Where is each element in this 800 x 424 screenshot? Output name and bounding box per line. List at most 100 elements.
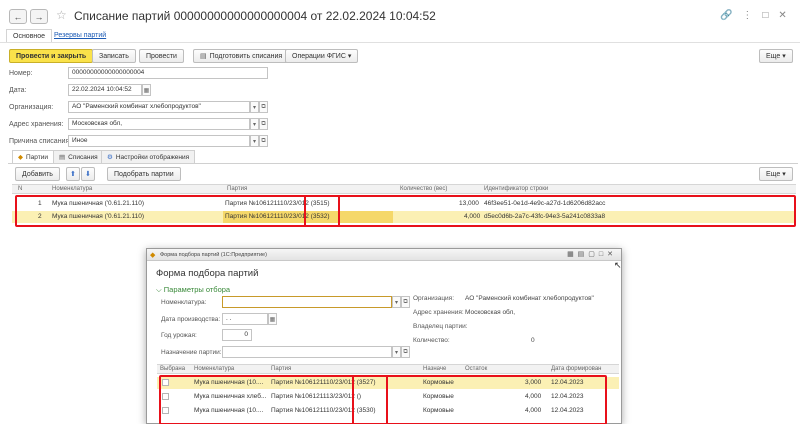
dlg-production-date-field[interactable]: . . xyxy=(222,313,268,325)
open-link-icon[interactable]: ⧉ xyxy=(259,135,268,147)
col-header-remaining: Остаток xyxy=(465,366,488,372)
dlg-nomenclature-field[interactable] xyxy=(222,296,392,308)
col-header-n: N xyxy=(18,186,23,192)
tab-main[interactable]: Основное xyxy=(6,29,53,43)
open-link-icon[interactable]: ⧉ xyxy=(259,101,268,113)
subtab-divider xyxy=(8,163,798,164)
close-icon[interactable]: ✕ xyxy=(778,10,786,21)
open-link-icon[interactable]: ⧉ xyxy=(259,118,268,130)
date-field[interactable]: 22.02.2024 10:04:52 xyxy=(68,84,142,96)
arrow-down-icon: ⬇ xyxy=(85,171,91,178)
mouse-cursor-icon: ↖ xyxy=(614,260,622,270)
favorite-star-icon[interactable]: ☆ xyxy=(56,8,67,22)
col-header-quantity: Количество (вес) xyxy=(400,186,448,192)
dropdown-icon[interactable]: ▾ xyxy=(250,135,259,147)
link-icon[interactable]: 🔗 xyxy=(720,10,732,21)
table-header: N Номенклатура Партия Количество (вес) И… xyxy=(12,184,796,194)
highlight-dialog-batch-number-box xyxy=(352,375,388,424)
writeoff-reason-label: Причина списания: xyxy=(9,138,72,145)
prepare-writeoffs-label: Подготовить списания xyxy=(209,52,283,60)
batch-selection-dialog: ◆ Форма подбора партий (1С:Предприятие) … xyxy=(146,248,622,424)
chevron-down-icon: ▾ xyxy=(782,53,786,60)
table-more-button[interactable]: Еще ▾ xyxy=(759,167,793,181)
open-link-icon[interactable]: ⧉ xyxy=(401,346,410,358)
fgis-operations-button[interactable]: Операции ФГИС ▾ xyxy=(285,49,359,63)
organization-field[interactable]: АО "Раменский комбинат хлебопродуктов" xyxy=(68,101,250,113)
subtab-writeoffs-label: Списания xyxy=(68,153,98,161)
storage-address-field[interactable]: Московская обл, xyxy=(68,118,250,130)
date-label: Дата: xyxy=(9,87,27,94)
dlg-harvest-year-label: Год урожая: xyxy=(161,332,197,339)
highlight-rows-box xyxy=(15,195,796,227)
subtab-display-settings[interactable]: ⚙ Настройки отображения xyxy=(101,150,196,163)
save-button[interactable]: Записать xyxy=(92,49,136,63)
dlg-quantity-label: Количество: xyxy=(413,337,450,344)
dialog-window-title: Форма подбора партий (1С:Предприятие) xyxy=(160,251,267,258)
subtab-writeoffs[interactable]: ▤ Списания xyxy=(53,150,104,163)
post-button[interactable]: Провести xyxy=(139,49,184,63)
subtab-batches-label: Партии xyxy=(26,153,48,161)
more-label: Еще xyxy=(766,52,781,60)
tab-batch-reserves[interactable]: Резервы партий xyxy=(54,32,106,39)
dlg-purpose-field[interactable] xyxy=(222,346,392,358)
dlg-address-value: Московская обл, xyxy=(465,309,516,316)
window-controls: 🔗 ⋮ □ ✕ xyxy=(712,10,787,21)
col-header-nomenclature: Номенклатура xyxy=(194,366,235,372)
calendar-icon[interactable]: ▦ xyxy=(268,313,277,325)
col-header-batch: Партия xyxy=(271,366,292,372)
more-button[interactable]: Еще ▾ xyxy=(759,49,793,63)
settings-icon: ⚙ xyxy=(107,154,113,161)
move-up-button[interactable]: ⬆ xyxy=(66,167,80,181)
post-and-close-button[interactable]: Провести и закрыть xyxy=(9,49,94,63)
dlg-table-header: Выбрана Номенклатура Партия Назначе Оста… xyxy=(157,364,619,374)
storage-address-label: Адрес хранения: xyxy=(9,121,64,128)
dropdown-icon[interactable]: ▾ xyxy=(392,346,401,358)
col-header-selected: Выбрана xyxy=(160,366,186,372)
prepare-writeoffs-button[interactable]: ▤ Подготовить списания xyxy=(193,49,290,63)
batches-icon: ◆ xyxy=(18,154,23,161)
writeoff-reason-field[interactable]: Иное xyxy=(68,135,250,147)
arrow-up-icon: ⬆ xyxy=(70,171,76,178)
filter-group-toggle[interactable]: ⌵ Параметры отбора xyxy=(156,285,230,295)
subtab-display-label: Настройки отображения xyxy=(115,153,190,161)
subtab-batches[interactable]: ◆ Партии xyxy=(12,150,54,163)
open-link-icon[interactable]: ⧉ xyxy=(401,296,410,308)
forward-button[interactable]: → xyxy=(30,9,48,24)
dlg-nomenclature-label: Номенклатура: xyxy=(161,299,207,306)
dlg-org-label: Организация: xyxy=(413,295,455,302)
dropdown-icon[interactable]: ▾ xyxy=(250,118,259,130)
chevron-down-icon: ▾ xyxy=(782,171,786,178)
col-header-purpose: Назначе xyxy=(423,366,447,372)
app-logo-icon: ◆ xyxy=(150,252,156,259)
number-label: Номер: xyxy=(9,70,33,77)
table-more-label: Еще xyxy=(766,170,781,178)
dlg-production-date-label: Дата производства: xyxy=(161,316,221,323)
chevron-down-icon: ⌵ xyxy=(156,285,164,294)
dlg-quantity-value: 0 xyxy=(531,337,535,344)
dialog-heading: Форма подбора партий xyxy=(156,268,259,279)
dropdown-icon[interactable]: ▾ xyxy=(392,296,401,308)
dlg-owner-label: Владелец партии: xyxy=(413,323,468,330)
arrow-right-icon: → xyxy=(34,11,44,22)
col-header-batch: Партия xyxy=(227,186,248,192)
calendar-icon[interactable]: ▦ xyxy=(142,84,151,96)
tab-divider xyxy=(0,42,800,43)
arrow-left-icon: ← xyxy=(13,11,23,22)
maximize-icon[interactable]: □ xyxy=(762,10,768,21)
fgis-operations-label: Операции ФГИС xyxy=(292,52,346,60)
writeoffs-icon: ▤ xyxy=(59,154,66,161)
dropdown-icon[interactable]: ▾ xyxy=(250,101,259,113)
dlg-address-label: Адрес хранения: xyxy=(413,309,464,316)
back-button[interactable]: ← xyxy=(9,9,27,24)
window-title: Списание партий 00000000000000000004 от … xyxy=(74,9,436,23)
more-icon[interactable]: ⋮ xyxy=(742,10,752,21)
pick-batches-button[interactable]: Подобрать партии xyxy=(107,167,181,181)
number-field[interactable]: 00000000000000000004 xyxy=(68,67,268,79)
dialog-window-controls[interactable]: ▦▤▢□✕ xyxy=(567,250,617,258)
document-icon: ▤ xyxy=(200,53,207,60)
dialog-titlebar: ◆ Форма подбора партий (1С:Предприятие) … xyxy=(147,249,621,261)
highlight-batch-number-box xyxy=(304,195,340,227)
move-down-button[interactable]: ⬇ xyxy=(81,167,95,181)
add-button[interactable]: Добавить xyxy=(15,167,60,181)
dlg-harvest-year-field[interactable]: 0 xyxy=(222,329,252,341)
